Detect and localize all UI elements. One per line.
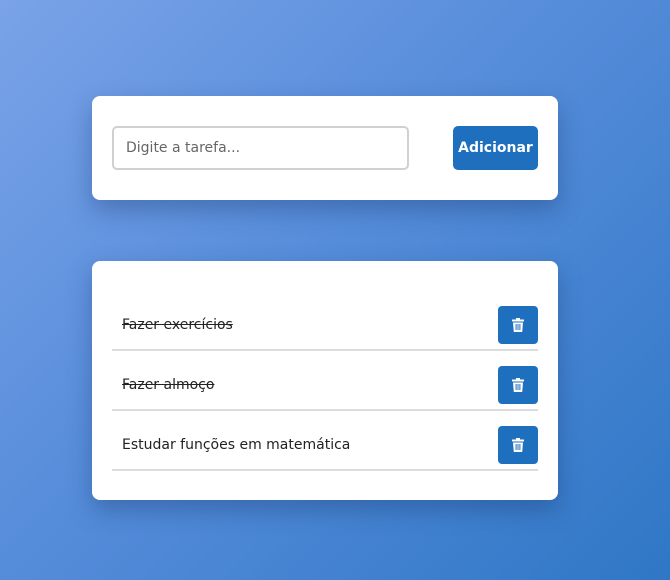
delete-task-button[interactable] xyxy=(498,426,538,464)
trash-icon xyxy=(512,438,524,452)
task-list: Fazer exercícios Fazer almoço Estudar fu… xyxy=(112,291,538,471)
task-text: Fazer exercícios xyxy=(122,317,233,333)
task-form-card: Adicionar xyxy=(92,96,558,200)
task-text: Fazer almoço xyxy=(122,377,215,393)
task-item[interactable]: Fazer almoço xyxy=(112,351,538,411)
delete-task-button[interactable] xyxy=(498,366,538,404)
task-text: Estudar funções em matemática xyxy=(122,437,351,453)
task-item[interactable]: Fazer exercícios xyxy=(112,291,538,351)
delete-task-button[interactable] xyxy=(498,306,538,344)
trash-icon xyxy=(512,318,524,332)
task-item[interactable]: Estudar funções em matemática xyxy=(112,411,538,471)
add-task-button[interactable]: Adicionar xyxy=(453,126,538,170)
trash-icon xyxy=(512,378,524,392)
task-list-card: Fazer exercícios Fazer almoço Estudar fu… xyxy=(92,261,558,500)
task-input[interactable] xyxy=(112,126,409,170)
